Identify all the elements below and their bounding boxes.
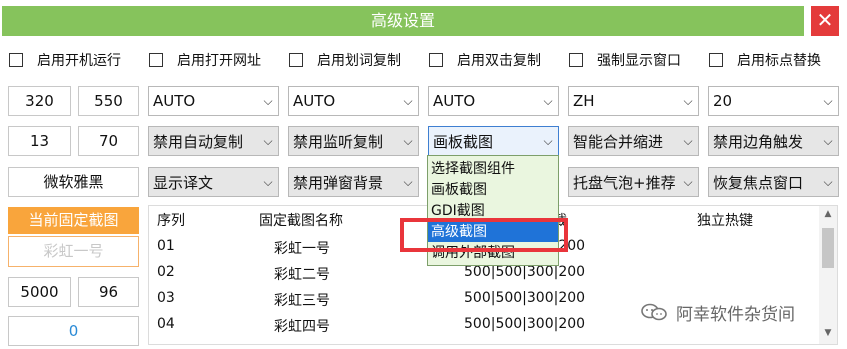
row-name: 彩虹四号 <box>274 319 330 335</box>
font-input[interactable]: 微软雅黑 <box>8 167 139 197</box>
scroll-thumb[interactable] <box>822 228 834 268</box>
checkbox-label: 启用打开网址 <box>177 53 261 69</box>
select-source-lang[interactable]: AUTO ⌵ <box>148 86 279 116</box>
select-ui-lang[interactable]: ZH ⌵ <box>568 86 699 116</box>
select-value: 禁用弹窗背景 <box>293 173 384 192</box>
select-value: AUTO <box>153 92 196 110</box>
row-index: 01 <box>157 238 175 254</box>
table-row[interactable]: 02 彩虹二号 500|500|300|200 <box>149 264 819 290</box>
watermark: 阿幸软件杂货间 <box>640 298 795 326</box>
chevron-down-icon: ⌵ <box>543 93 553 108</box>
height-input[interactable]: 550 <box>78 86 139 116</box>
row-name: 彩虹二号 <box>274 267 330 283</box>
chevron-down-icon: ⌵ <box>683 93 693 108</box>
row-geometry: 500|500|300|200 <box>464 290 586 306</box>
select-monitor-copy[interactable]: 禁用监听复制 ⌵ <box>288 126 419 156</box>
watermark-text: 阿幸软件杂货间 <box>676 304 795 325</box>
select-value: 托盘气泡+推荐 <box>573 173 676 192</box>
chevron-down-icon: ⌵ <box>823 133 833 148</box>
checkbox-autostart[interactable]: 启用开机运行 <box>9 49 121 71</box>
select-popup-bg[interactable]: 禁用弹窗背景 ⌵ <box>288 167 419 197</box>
select-value: 禁用边角触发 <box>713 132 804 151</box>
counter-field: 0 <box>8 316 139 346</box>
y-input[interactable]: 70 <box>78 126 139 156</box>
chevron-down-icon: ⌵ <box>823 93 833 108</box>
chevron-down-icon: ⌵ <box>403 174 413 189</box>
checkbox-label: 启用开机运行 <box>37 53 121 69</box>
chevron-down-icon: ⌵ <box>263 174 273 189</box>
row-name: 彩虹一号 <box>274 241 330 257</box>
chevron-down-icon: ⌵ <box>683 174 693 189</box>
window-title: 高级设置 <box>370 11 435 30</box>
select-value: 显示译文 <box>153 173 214 192</box>
checkbox-label: 启用双击复制 <box>457 53 541 69</box>
row-geometry: 500|500|300|200 <box>464 264 586 280</box>
select-value: 恢复焦点窗口 <box>713 173 804 192</box>
select-corner-trigger[interactable]: 禁用边角触发 ⌵ <box>708 126 839 156</box>
select-value: 禁用监听复制 <box>293 132 384 151</box>
checkbox-label: 强制显示窗口 <box>597 53 681 69</box>
checkbox-select-copy[interactable]: 启用划词复制 <box>289 49 401 71</box>
header-name: 固定截图名称 <box>259 213 343 229</box>
checkbox-label: 启用标点替换 <box>737 53 821 69</box>
row-geometry: 500|500|300|200 <box>464 316 586 332</box>
select-size[interactable]: 20 ⌵ <box>708 86 839 116</box>
chevron-down-icon: ⌵ <box>403 93 413 108</box>
select-auto-copy[interactable]: 禁用自动复制 ⌵ <box>148 126 279 156</box>
checkbox-box[interactable] <box>149 53 163 67</box>
checkbox-box[interactable] <box>9 53 23 67</box>
current-pin-button[interactable]: 当前固定截图 <box>8 207 139 234</box>
checkbox-punctuation[interactable]: 启用标点替换 <box>709 49 821 71</box>
wechat-icon <box>641 303 667 321</box>
checkbox-double-click-copy[interactable]: 启用双击复制 <box>429 49 541 71</box>
chevron-down-icon: ⌵ <box>823 174 833 189</box>
chevron-down-icon: ⌵ <box>543 133 553 148</box>
select-value: 画板截图 <box>433 132 494 151</box>
checkbox-label: 启用划词复制 <box>317 53 401 69</box>
row-index: 02 <box>157 264 175 280</box>
width-input[interactable]: 320 <box>8 86 71 116</box>
quality-input[interactable]: 96 <box>78 277 139 307</box>
select-screenshot-mode[interactable]: 画板截图 ⌵ <box>428 126 559 156</box>
checkbox-open-url[interactable]: 启用打开网址 <box>149 49 261 71</box>
select-show-translation[interactable]: 显示译文 ⌵ <box>148 167 279 197</box>
select-value: 20 <box>713 92 733 110</box>
row-name: 彩虹三号 <box>274 293 330 309</box>
annotation-highlight-box <box>400 218 568 252</box>
select-restore-focus[interactable]: 恢复焦点窗口 ⌵ <box>708 167 839 197</box>
window-title-bar: 高级设置 <box>2 6 804 36</box>
select-value: AUTO <box>293 92 336 110</box>
chevron-down-icon: ⌵ <box>683 133 693 148</box>
dropdown-option[interactable]: 选择截图组件 <box>428 159 558 179</box>
scroll-up-icon[interactable]: ▲ <box>819 209 837 219</box>
row-index: 03 <box>157 290 175 306</box>
select-target-lang[interactable]: AUTO ⌵ <box>288 86 419 116</box>
checkbox-box[interactable] <box>709 53 723 67</box>
x-input[interactable]: 13 <box>8 126 71 156</box>
select-value: 智能合并缩进 <box>573 132 664 151</box>
close-icon: ✕ <box>816 8 834 32</box>
select-merge-indent[interactable]: 智能合并缩进 ⌵ <box>568 126 699 156</box>
select-value: 禁用自动复制 <box>153 132 244 151</box>
select-value: AUTO <box>433 92 476 110</box>
row-index: 04 <box>157 316 175 332</box>
chevron-down-icon: ⌵ <box>263 93 273 108</box>
table-scrollbar[interactable]: ▲ ▼ <box>819 206 837 344</box>
chevron-down-icon: ⌵ <box>403 133 413 148</box>
select-tray-bubble[interactable]: 托盘气泡+推荐 ⌵ <box>568 167 699 197</box>
checkbox-box[interactable] <box>289 53 303 67</box>
interval-input[interactable]: 5000 <box>8 277 71 307</box>
close-button[interactable]: ✕ <box>811 6 839 36</box>
checkbox-box[interactable] <box>429 53 443 67</box>
select-ocr-lang[interactable]: AUTO ⌵ <box>428 86 559 116</box>
header-hotkey: 独立热键 <box>697 213 753 229</box>
pin-name-field[interactable]: 彩虹一号 <box>8 236 139 267</box>
checkbox-force-show[interactable]: 强制显示窗口 <box>569 49 681 71</box>
header-index: 序列 <box>157 213 185 229</box>
chevron-down-icon: ⌵ <box>263 133 273 148</box>
dropdown-option[interactable]: 画板截图 <box>428 180 558 200</box>
select-value: ZH <box>573 92 595 110</box>
scroll-down-icon[interactable]: ▼ <box>819 328 837 338</box>
checkbox-box[interactable] <box>569 53 583 67</box>
